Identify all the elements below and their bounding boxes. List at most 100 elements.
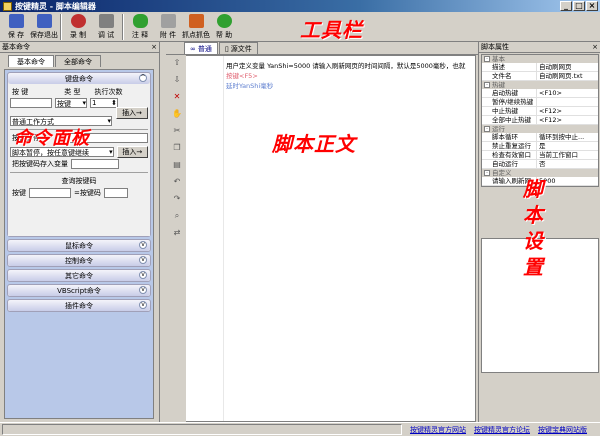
pause-mode-select[interactable]: 脚本暂停，按任意键继续 ▾ bbox=[10, 147, 114, 157]
script-code[interactable]: 用户定义变量 YanShi=5000 请输入刷新网页的时间间隔，默认是5000毫… bbox=[226, 61, 474, 91]
undo-icon[interactable]: ↶ bbox=[172, 177, 182, 187]
cut-icon[interactable]: ✂ bbox=[172, 126, 182, 136]
editor-side-toolbar: ⇧ ⇩ ✕ ✋ ✂ ❐ ▤ ↶ ↷ ⌕ ⇄ bbox=[172, 58, 184, 238]
expand-icon[interactable]: v bbox=[139, 256, 147, 264]
move-down-icon[interactable]: ⇩ bbox=[172, 75, 182, 85]
close-icon[interactable]: × bbox=[151, 43, 159, 51]
tab-basic-commands[interactable]: 基本命令 bbox=[8, 55, 54, 67]
divider bbox=[10, 172, 148, 173]
collapse-icon[interactable]: - bbox=[484, 82, 490, 88]
property-category[interactable]: - 基本 bbox=[482, 55, 598, 63]
color-picker-icon bbox=[188, 14, 204, 28]
help-icon bbox=[216, 14, 232, 28]
other-commands-section[interactable]: 其它命令 v bbox=[7, 269, 151, 282]
collapse-icon[interactable]: - bbox=[484, 170, 490, 176]
property-row[interactable]: 文件名 自动刷网页.txt bbox=[482, 72, 598, 81]
attachment-button[interactable]: 附 件 bbox=[156, 12, 180, 42]
work-mode-select[interactable]: 普通工作方式 ▾ bbox=[10, 116, 112, 126]
redo-icon[interactable]: ↷ bbox=[172, 194, 182, 204]
toolbar-separator bbox=[122, 14, 124, 40]
code-line[interactable]: 按键<F5> bbox=[226, 71, 474, 81]
property-row[interactable]: 禁止重复运行是 bbox=[482, 142, 598, 151]
tab-source-file[interactable]: ▯ 源文件 bbox=[218, 42, 258, 54]
close-button[interactable]: × bbox=[586, 1, 598, 11]
property-row[interactable]: 描述 自动刷网页 bbox=[482, 63, 598, 72]
toolbar: 保 存 保存退出 录 制 调 试 注 释 附 件 抓点抓色 帮 助 bbox=[0, 12, 600, 42]
keyboard-section: 键盘命令 ^ 按 键 类 型 执行次数 按键 ▾ 1 ⬍ 插入→ 普通工作方式 … bbox=[7, 72, 151, 237]
copy-icon[interactable]: ❐ bbox=[172, 143, 182, 153]
divider bbox=[10, 129, 148, 130]
collapse-icon[interactable]: - bbox=[484, 126, 490, 132]
save-button[interactable]: 保 存 bbox=[4, 12, 28, 42]
key-type-select[interactable]: 按键 ▾ bbox=[55, 98, 87, 108]
property-grid: - 基本 描述 自动刷网页 文件名 自动刷网页.txt - 热键 启动热键 <F10> 暂… bbox=[481, 54, 599, 187]
property-row[interactable]: 自动运行否 bbox=[482, 160, 598, 169]
collapse-icon[interactable]: ^ bbox=[139, 74, 147, 82]
property-row[interactable]: 检查有效窗口 当前工作窗口 bbox=[482, 151, 598, 160]
mouse-commands-section[interactable]: 鼠标命令 v bbox=[7, 239, 151, 252]
plugin-commands-section[interactable]: 插件命令 v bbox=[7, 299, 151, 312]
paste-icon[interactable]: ▤ bbox=[172, 160, 182, 170]
hand-icon[interactable]: ✋ bbox=[172, 109, 182, 119]
tab-all-commands[interactable]: 全部命令 bbox=[55, 55, 101, 67]
insert-keyboard-button[interactable]: 插入→ bbox=[116, 107, 148, 119]
comment-button[interactable]: 注 释 bbox=[128, 12, 152, 42]
expand-icon[interactable]: v bbox=[139, 271, 147, 279]
app-icon bbox=[3, 1, 12, 11]
close-icon[interactable]: × bbox=[592, 43, 600, 51]
move-up-icon[interactable]: ⇧ bbox=[172, 58, 182, 68]
save-exit-icon bbox=[36, 14, 52, 28]
editor-tabs: ∞ 普通 ▯ 源文件 bbox=[166, 42, 478, 55]
status-segment bbox=[2, 424, 402, 435]
pause-key-input[interactable] bbox=[68, 133, 148, 143]
control-commands-section[interactable]: 控制命令 v bbox=[7, 254, 151, 267]
vbscript-commands-section[interactable]: VBScript命令 v bbox=[7, 284, 151, 297]
property-row[interactable]: 暂停/继续热键 bbox=[482, 98, 598, 107]
minimize-button[interactable]: _ bbox=[560, 1, 572, 11]
code-line[interactable]: 延时YanShi毫秒 bbox=[226, 81, 474, 91]
tab-normal[interactable]: ∞ 普通 bbox=[184, 42, 218, 54]
chevron-down-icon: ▾ bbox=[107, 117, 111, 125]
property-category[interactable]: - 运行 bbox=[482, 125, 598, 133]
replace-icon[interactable]: ⇄ bbox=[172, 228, 182, 238]
save-exit-button[interactable]: 保存退出 bbox=[30, 12, 58, 42]
property-row[interactable]: 中止热键 <F12> bbox=[482, 107, 598, 116]
delete-icon[interactable]: ✕ bbox=[172, 92, 182, 102]
property-description bbox=[481, 372, 599, 412]
code-line[interactable]: 用户定义变量 YanShi=5000 请输入刷新网页的时间间隔，默认是5000毫… bbox=[226, 61, 474, 71]
repeat-count-stepper[interactable]: 1 ⬍ bbox=[90, 98, 118, 108]
query-key-input[interactable] bbox=[29, 188, 71, 198]
keyboard-section-body: 按 键 类 型 执行次数 按键 ▾ 1 ⬍ 插入→ 普通工作方式 ▾ 按键暂停 … bbox=[8, 84, 150, 236]
chevron-down-icon: ▾ bbox=[109, 148, 113, 156]
property-row[interactable]: 全部中止热键 <F12> bbox=[482, 116, 598, 125]
property-category[interactable]: - 热键 bbox=[482, 81, 598, 89]
find-icon[interactable]: ⌕ bbox=[172, 211, 182, 221]
chevron-down-icon: ▾ bbox=[82, 99, 86, 107]
property-category[interactable]: - 自定义 bbox=[482, 169, 598, 177]
official-site-link[interactable]: 按键精灵官方网站 bbox=[410, 425, 466, 435]
file-icon: ▯ bbox=[224, 44, 229, 53]
expand-icon[interactable]: v bbox=[139, 301, 147, 309]
property-row[interactable]: 启动热键 <F10> bbox=[482, 89, 598, 98]
store-variable-input[interactable] bbox=[71, 159, 119, 169]
official-forum-link[interactable]: 按键精灵官方论坛 bbox=[474, 425, 530, 435]
property-row[interactable]: 脚本循环 循环到按中止... bbox=[482, 133, 598, 142]
help-button[interactable]: 帮 助 bbox=[212, 12, 236, 42]
maximize-button[interactable]: □ bbox=[573, 1, 585, 11]
key-input[interactable] bbox=[10, 98, 52, 108]
collapse-icon[interactable]: - bbox=[484, 56, 490, 62]
manual-site-link[interactable]: 按键宝典网站版 bbox=[538, 425, 587, 435]
title-bar: 按键精灵 - 脚本编辑器 _ □ × bbox=[0, 0, 600, 12]
command-tabs: 基本命令 全部命令 bbox=[0, 53, 159, 67]
keyboard-section-header[interactable]: 键盘命令 ^ bbox=[8, 73, 150, 84]
expand-icon[interactable]: v bbox=[139, 241, 147, 249]
insert-pause-button[interactable]: 插入→ bbox=[116, 146, 148, 158]
expand-icon[interactable]: v bbox=[139, 286, 147, 294]
script-editor[interactable]: 用户定义变量 YanShi=5000 请输入刷新网页的时间间隔，默认是5000毫… bbox=[186, 55, 476, 422]
debug-icon bbox=[98, 14, 114, 28]
color-picker-button[interactable]: 抓点抓色 bbox=[182, 12, 210, 42]
debug-button[interactable]: 调 试 bbox=[94, 12, 118, 42]
save-icon bbox=[8, 14, 24, 28]
property-row[interactable]: 请输入刷新网 5000 bbox=[482, 177, 598, 186]
record-button[interactable]: 录 制 bbox=[66, 12, 90, 42]
